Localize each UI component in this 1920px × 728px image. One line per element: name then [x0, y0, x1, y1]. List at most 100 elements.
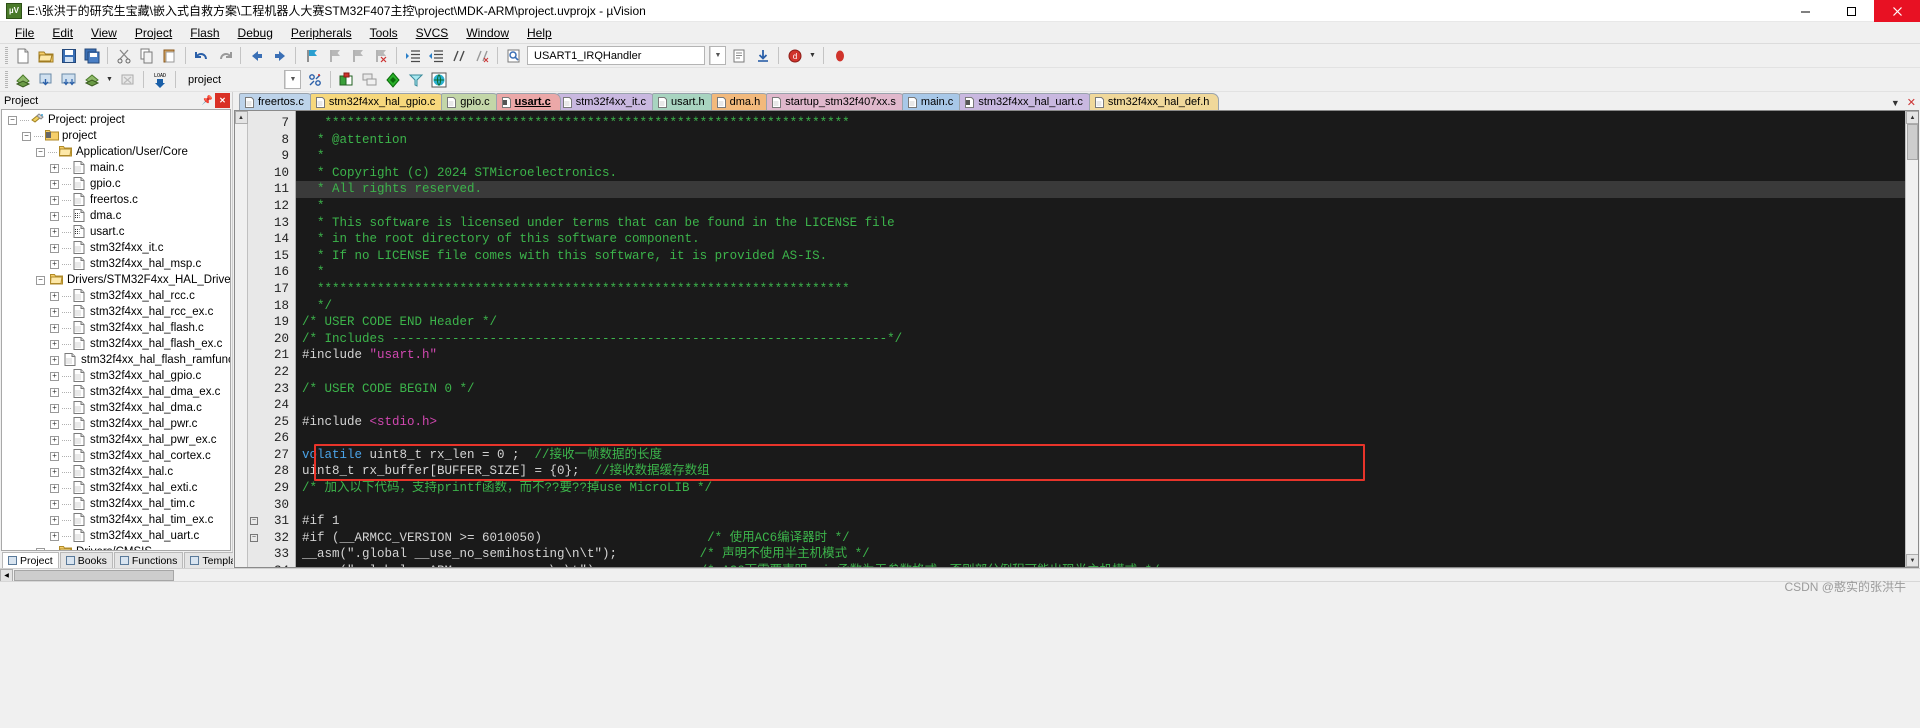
code-line[interactable]: uint8_t rx_buffer[BUFFER_SIZE] = {0}; //…	[296, 463, 1905, 480]
tree-item-stm32f4xx-hal-msp-c[interactable]: + stm32f4xx_hal_msp.c	[2, 256, 230, 272]
scroll-down-icon[interactable]: ▼	[1906, 554, 1918, 567]
toolbar-grip-2[interactable]	[5, 70, 8, 89]
expand-icon[interactable]: +	[50, 531, 59, 541]
scroll-up-icon[interactable]: ▲	[235, 111, 248, 124]
tree-item-stm32f4xx-hal-pwr-ex-c[interactable]: + stm32f4xx_hal_pwr_ex.c	[2, 432, 230, 448]
target-combo-dropdown[interactable]: ▼	[284, 70, 301, 89]
fold-toggle-icon[interactable]: −	[250, 533, 258, 542]
target-options-icon[interactable]	[304, 69, 325, 90]
horizontal-scrollbar-row[interactable]: ◀	[0, 568, 1920, 582]
save-all-icon[interactable]	[81, 45, 102, 66]
code-line[interactable]	[296, 364, 1905, 381]
editor-tab-freertos-c[interactable]: freertos.c	[239, 93, 314, 110]
menu-window[interactable]: Window	[457, 23, 518, 43]
tree-item-stm32f4xx-hal-rcc-c[interactable]: + stm32f4xx_hal_rcc.c	[2, 288, 230, 304]
code-line[interactable]: * All rights reserved.	[296, 181, 1905, 198]
tree-item-usart-c[interactable]: + usart.c	[2, 224, 230, 240]
undo-icon[interactable]	[191, 45, 212, 66]
navigate-back-icon[interactable]	[246, 45, 267, 66]
code-line[interactable]: * @attention	[296, 132, 1905, 149]
menu-edit[interactable]: Edit	[43, 23, 82, 43]
tree-item-stm32f4xx-hal-cortex-c[interactable]: + stm32f4xx_hal_cortex.c	[2, 448, 230, 464]
scroll-thumb[interactable]	[1907, 124, 1918, 160]
editor-tab-usart-c[interactable]: usart.c	[495, 93, 561, 110]
editor-tab-dma-h[interactable]: dma.h	[710, 93, 771, 110]
code-line[interactable]: /* USER CODE END Header */	[296, 314, 1905, 331]
menu-project[interactable]: Project	[126, 23, 181, 43]
tree-item-drivers-stm32f4xx-hal-driver[interactable]: − Drivers/STM32F4xx_HAL_Driver	[2, 272, 230, 288]
close-panel-icon[interactable]: ✕	[215, 93, 230, 108]
tree-item-stm32f4xx-hal-c[interactable]: + stm32f4xx_hal.c	[2, 464, 230, 480]
tree-item-stm32f4xx-hal-dma-c[interactable]: + stm32f4xx_hal_dma.c	[2, 400, 230, 416]
code-line[interactable]: * Copyright (c) 2024 STMicroelectronics.	[296, 165, 1905, 182]
code-line[interactable]: /* Includes ----------------------------…	[296, 331, 1905, 348]
tree-item-stm32f4xx-hal-dma-ex-c[interactable]: + stm32f4xx_hal_dma_ex.c	[2, 384, 230, 400]
find-in-files-icon[interactable]	[503, 45, 524, 66]
code-line[interactable]: *	[296, 264, 1905, 281]
function-combo[interactable]: USART1_IRQHandler	[527, 46, 705, 65]
code-line[interactable]: *	[296, 148, 1905, 165]
collapse-icon[interactable]: −	[36, 275, 45, 285]
code-line[interactable]: #include <stdio.h>	[296, 414, 1905, 431]
copy-icon[interactable]	[136, 45, 157, 66]
expand-icon[interactable]: +	[50, 419, 59, 429]
redo-icon[interactable]	[214, 45, 235, 66]
tree-item-stm32f4xx-hal-uart-c[interactable]: + stm32f4xx_hal_uart.c	[2, 528, 230, 544]
code-content[interactable]: ****************************************…	[296, 111, 1905, 567]
tree-item-stm32f4xx-hal-flash-ramfunc-c[interactable]: + stm32f4xx_hal_flash_ramfunc.c	[2, 352, 230, 368]
code-line[interactable]: * in the root directory of this software…	[296, 231, 1905, 248]
code-line[interactable]: __asm(".global __ARM_use_no_argv \n\t");…	[296, 563, 1905, 567]
tree-item-stm32f4xx-hal-tim-ex-c[interactable]: + stm32f4xx_hal_tim_ex.c	[2, 512, 230, 528]
paste-icon[interactable]	[159, 45, 180, 66]
tab-close-icon[interactable]: ✕	[1907, 96, 1916, 109]
debug-dropdown-icon[interactable]: ▼	[807, 45, 818, 66]
translate-icon[interactable]	[12, 69, 33, 90]
editor-tab-gpio-c[interactable]: gpio.c	[441, 93, 500, 110]
tree-item-dma-c[interactable]: + dma.c	[2, 208, 230, 224]
code-line[interactable]: ****************************************…	[296, 115, 1905, 132]
panel-tab-books[interactable]: Books	[59, 552, 113, 568]
code-line[interactable]: * This software is licensed under terms …	[296, 215, 1905, 232]
expand-icon[interactable]: +	[50, 307, 59, 317]
editor-left-scrollbar[interactable]: ▲	[235, 111, 248, 567]
stop-build-icon[interactable]	[117, 69, 138, 90]
panel-tab-project[interactable]: Project	[2, 552, 59, 568]
menu-debug[interactable]: Debug	[229, 23, 282, 43]
editor-tab-stm32f4xx-hal-gpio-c[interactable]: stm32f4xx_hal_gpio.c	[309, 93, 446, 110]
download-icon[interactable]	[752, 45, 773, 66]
goto-definition-icon[interactable]	[729, 45, 750, 66]
menu-svcs[interactable]: SVCS	[407, 23, 458, 43]
code-line[interactable]: #include "usart.h"	[296, 347, 1905, 364]
expand-icon[interactable]: +	[50, 387, 59, 397]
clear-bookmarks-icon[interactable]	[370, 45, 391, 66]
menu-help[interactable]: Help	[518, 23, 561, 43]
tree-item-application-user-core[interactable]: − Application/User/Core	[2, 144, 230, 160]
open-file-icon[interactable]	[35, 45, 56, 66]
expand-icon[interactable]: +	[50, 371, 59, 381]
prev-bookmark-icon[interactable]	[324, 45, 345, 66]
code-line[interactable]: */	[296, 298, 1905, 315]
debug-start-icon[interactable]: d	[784, 45, 805, 66]
expand-icon[interactable]: +	[50, 451, 59, 461]
project-tree[interactable]: − Project: project − project − Application/Us…	[1, 109, 231, 551]
panel-tab-functions[interactable]: Functions	[113, 552, 184, 568]
indent-icon[interactable]	[402, 45, 423, 66]
tree-item-stm32f4xx-hal-flash-ex-c[interactable]: + stm32f4xx_hal_flash_ex.c	[2, 336, 230, 352]
load-icon[interactable]: LOAD	[149, 69, 170, 90]
tree-item-stm32f4xx-hal-exti-c[interactable]: + stm32f4xx_hal_exti.c	[2, 480, 230, 496]
tree-item-stm32f4xx-hal-tim-c[interactable]: + stm32f4xx_hal_tim.c	[2, 496, 230, 512]
tree-item-project[interactable]: − project	[2, 128, 230, 144]
code-line[interactable]: volatile uint8_t rx_len = 0 ; //接收一帧数据的长…	[296, 447, 1905, 464]
insert-bookmark-icon[interactable]	[301, 45, 322, 66]
menu-tools[interactable]: Tools	[361, 23, 407, 43]
expand-icon[interactable]: +	[50, 403, 59, 413]
collapse-icon[interactable]: −	[8, 115, 17, 125]
tree-item-main-c[interactable]: + main.c	[2, 160, 230, 176]
menu-flash[interactable]: Flash	[181, 23, 228, 43]
editor-right-scrollbar[interactable]: ▲ ▼	[1905, 111, 1918, 567]
expand-icon[interactable]: +	[50, 243, 59, 253]
code-line[interactable]: #if 1	[296, 513, 1905, 530]
tab-list-icon[interactable]: ▼	[1891, 98, 1900, 108]
expand-icon[interactable]: +	[50, 339, 59, 349]
tree-item-stm32f4xx-hal-flash-c[interactable]: + stm32f4xx_hal_flash.c	[2, 320, 230, 336]
